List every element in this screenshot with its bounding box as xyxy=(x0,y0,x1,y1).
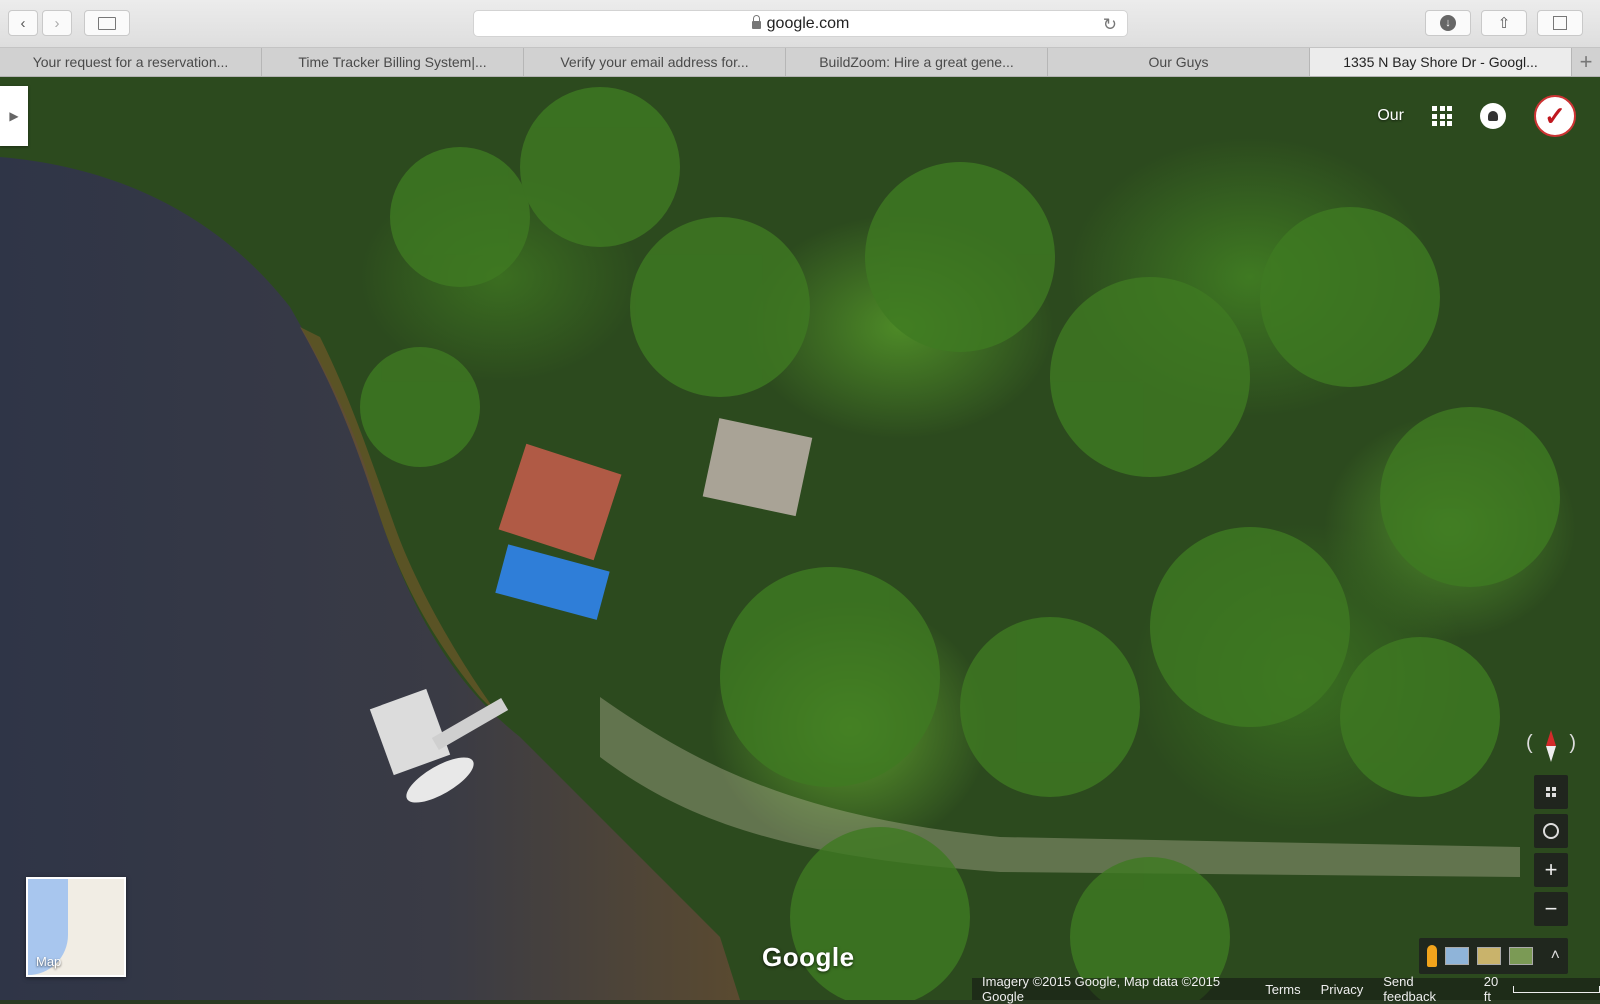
zoom-out-button[interactable]: − xyxy=(1534,892,1568,926)
tab-google-maps[interactable]: 1335 N Bay Shore Dr - Googl... xyxy=(1310,48,1572,76)
new-tab-button[interactable]: + xyxy=(1572,48,1600,76)
tab-title: Verify your email address for... xyxy=(560,54,749,70)
forward-icon: › xyxy=(54,14,60,32)
zoom-out-icon: − xyxy=(1544,896,1558,921)
address-bar[interactable]: google.com ↻ xyxy=(473,10,1128,37)
reload-icon[interactable]: ↻ xyxy=(1103,15,1117,35)
back-button[interactable]: ‹ xyxy=(8,10,38,36)
avatar-icon[interactable]: ✓ xyxy=(1534,95,1576,137)
pegman-icon[interactable] xyxy=(1426,945,1437,967)
tabs-icon xyxy=(1553,16,1567,30)
my-location-button[interactable] xyxy=(1534,814,1568,848)
map-footer: Imagery ©2015 Google, Map data ©2015 Goo… xyxy=(972,974,1600,1004)
zoom-in-button[interactable]: + xyxy=(1534,853,1568,887)
tab-verify-email[interactable]: Verify your email address for... xyxy=(524,48,786,76)
chevron-right-icon: ▶ xyxy=(9,109,19,123)
lock-icon xyxy=(751,14,761,29)
map-imagery xyxy=(0,87,1560,1000)
terms-link[interactable]: Terms xyxy=(1265,982,1300,997)
sidebar-button[interactable] xyxy=(84,10,130,36)
tilt-button[interactable] xyxy=(1534,775,1568,809)
tab-buildzoom[interactable]: BuildZoom: Hire a great gene... xyxy=(786,48,1048,76)
downloads-button[interactable]: ↓ xyxy=(1425,10,1471,36)
map-controls: () + − xyxy=(1526,720,1576,926)
forward-button[interactable]: › xyxy=(42,10,72,36)
expand-icon[interactable]: ˄ xyxy=(1551,947,1560,965)
layer-thumb-sand[interactable] xyxy=(1476,947,1501,965)
share-icon: ⇧ xyxy=(1497,15,1511,32)
house-roof xyxy=(498,443,622,561)
scale-ruler xyxy=(1513,985,1600,993)
tab-time-tracker[interactable]: Time Tracker Billing System|... xyxy=(262,48,524,76)
tab-our-guys[interactable]: Our Guys xyxy=(1048,48,1310,76)
tilt-icon xyxy=(1546,787,1556,797)
side-panel-toggle[interactable]: ▶ xyxy=(0,86,28,146)
account-name[interactable]: Our xyxy=(1377,107,1404,125)
tab-title: Time Tracker Billing System|... xyxy=(298,54,487,70)
map-type-toggle[interactable]: Map xyxy=(26,877,126,977)
back-icon: ‹ xyxy=(20,14,26,32)
notifications-icon[interactable] xyxy=(1480,103,1506,129)
google-logo: Google xyxy=(762,942,855,972)
tab-reservation[interactable]: Your request for a reservation... xyxy=(0,48,262,76)
download-icon: ↓ xyxy=(1440,15,1456,31)
zoom-in-icon: + xyxy=(1544,857,1558,882)
tab-title: Our Guys xyxy=(1148,54,1209,70)
tabs-overview-button[interactable] xyxy=(1537,10,1583,36)
account-bar: Our ✓ xyxy=(1377,95,1576,137)
url-text: google.com xyxy=(766,14,850,32)
browser-toolbar: ‹ › google.com ↻ ↓ ⇧ xyxy=(0,0,1600,48)
layer-thumb-water[interactable] xyxy=(1444,947,1469,965)
tab-title: BuildZoom: Hire a great gene... xyxy=(819,54,1014,70)
tab-bar: Your request for a reservation... Time T… xyxy=(0,48,1600,77)
my-location-icon xyxy=(1543,823,1559,839)
minimap-label: Map xyxy=(36,954,62,969)
water-area xyxy=(0,157,740,1000)
tab-title: 1335 N Bay Shore Dr - Googl... xyxy=(1343,54,1538,70)
tab-title: Your request for a reservation... xyxy=(32,54,229,70)
share-button[interactable]: ⇧ xyxy=(1481,10,1527,36)
layer-strip: ˄ xyxy=(1418,938,1568,974)
garage-roof xyxy=(702,418,813,517)
apps-icon[interactable] xyxy=(1432,106,1452,126)
layer-thumb-terrain[interactable] xyxy=(1508,947,1533,965)
compass-icon[interactable]: () xyxy=(1526,720,1576,770)
privacy-link[interactable]: Privacy xyxy=(1321,982,1364,997)
satellite-map[interactable] xyxy=(0,77,1600,1000)
sidebar-icon xyxy=(98,16,116,30)
plus-icon: + xyxy=(1579,49,1593,74)
